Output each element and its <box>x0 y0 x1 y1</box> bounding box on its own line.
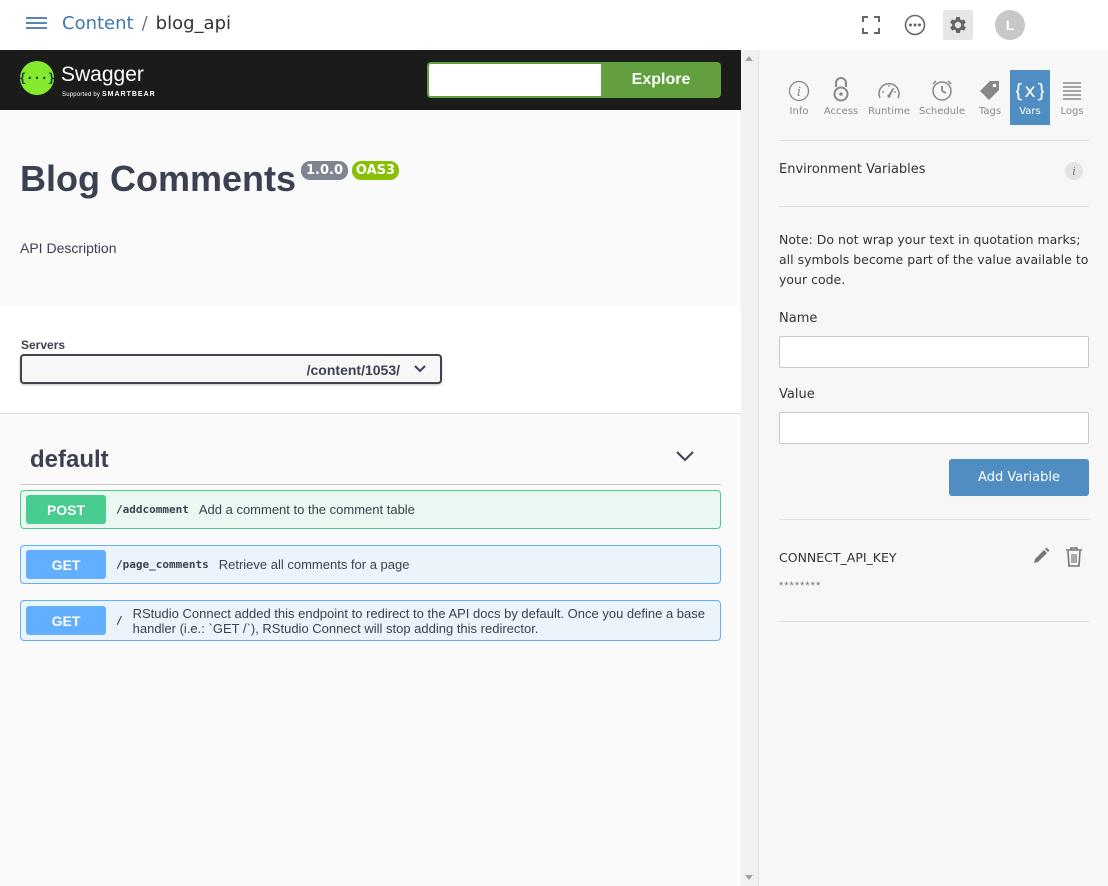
vertical-scrollbar[interactable] <box>741 50 758 886</box>
tab-runtime[interactable]: Runtime <box>868 70 910 125</box>
settings-panel: i Info Access Runtime Schedule Tags {x} … <box>758 50 1108 886</box>
tab-label: Schedule <box>919 106 965 117</box>
api-title: Blog Comments <box>20 158 297 199</box>
tab-label: Logs <box>1060 106 1084 117</box>
method-badge-get: GET <box>26 606 106 635</box>
breadcrumb: Content / blog_api <box>62 13 231 34</box>
operation-get-page-comments[interactable]: GET /page_comments Retrieve all comments… <box>20 545 721 584</box>
breadcrumb-content-link[interactable]: Content <box>62 13 134 34</box>
swagger-tagline: Supported by SMARTBEAR <box>62 91 156 98</box>
tab-label: Vars <box>1019 106 1041 117</box>
env-vars-note: Note: Do not wrap your text in quotation… <box>779 232 1089 287</box>
divider <box>779 206 1089 207</box>
name-label: Name <box>779 311 818 326</box>
divider <box>779 621 1089 622</box>
operation-get-root[interactable]: GET / RStudio Connect added this endpoin… <box>20 600 721 641</box>
tab-logs[interactable]: Logs <box>1052 70 1092 125</box>
logs-icon <box>1062 70 1082 102</box>
swagger-panel: {···} Swagger Supported by SMARTBEAR Exp… <box>0 50 741 886</box>
add-variable-button[interactable]: Add Variable <box>949 459 1089 496</box>
breadcrumb-current: blog_api <box>155 13 231 34</box>
operation-summary: Retrieve all comments for a page <box>218 557 410 572</box>
swagger-header: {···} Swagger Supported by SMARTBEAR Exp… <box>0 50 741 110</box>
tab-label: Access <box>823 106 859 117</box>
api-description: API Description <box>20 240 117 256</box>
variable-icon: {x} <box>1016 70 1044 102</box>
method-badge-get: GET <box>26 550 106 579</box>
spec-url-input[interactable] <box>427 62 602 98</box>
tab-label: Info <box>789 106 809 117</box>
variable-value: ******** <box>779 580 822 592</box>
name-input[interactable] <box>779 336 1089 368</box>
operation-summary: RStudio Connect added this endpoint to r… <box>132 605 705 636</box>
tag-icon <box>979 70 1001 102</box>
tab-tags[interactable]: Tags <box>970 70 1010 125</box>
tag-divider <box>20 484 721 485</box>
svg-text:i: i <box>797 85 801 100</box>
operation-post-addcomment[interactable]: POST /addcomment Add a comment to the co… <box>20 490 721 529</box>
operation-path: /page_comments <box>116 558 209 571</box>
tag-default-title[interactable]: default <box>30 446 109 474</box>
swagger-tagline-prefix: Supported by <box>62 92 101 98</box>
collapse-chevron-icon[interactable] <box>675 449 695 468</box>
operation-path: / <box>116 614 123 627</box>
swagger-logo-icon: {···} <box>19 61 55 95</box>
gear-icon[interactable] <box>943 10 973 40</box>
svg-text:{x}: {x} <box>1016 80 1044 102</box>
env-vars-title: Environment Variables <box>779 162 926 177</box>
version-badge: 1.0.0 <box>301 161 348 180</box>
value-input[interactable] <box>779 412 1089 444</box>
explore-button[interactable]: Explore <box>601 62 721 98</box>
divider <box>779 519 1089 520</box>
tab-access[interactable]: Access <box>821 70 861 125</box>
method-badge-post: POST <box>26 495 106 524</box>
oas-badge: OAS3 <box>352 161 399 180</box>
scroll-down-arrow-icon[interactable] <box>745 875 753 880</box>
gauge-icon <box>877 70 901 102</box>
clock-icon <box>930 70 954 102</box>
breadcrumb-separator: / <box>141 13 148 34</box>
operation-summary: Add a comment to the comment table <box>198 502 415 517</box>
lock-icon <box>831 70 851 102</box>
pencil-icon[interactable] <box>1031 546 1051 571</box>
tab-schedule[interactable]: Schedule <box>919 70 965 125</box>
variable-name: CONNECT_API_KEY <box>779 550 897 565</box>
value-label: Value <box>779 387 815 402</box>
tab-label: Runtime <box>868 106 910 117</box>
avatar[interactable]: L <box>995 10 1025 40</box>
operation-path: /addcomment <box>116 503 189 516</box>
servers-select[interactable]: /content/1053/ <box>20 354 442 384</box>
servers-selected-value: /content/1053/ <box>306 362 400 378</box>
tab-info[interactable]: i Info <box>779 70 819 125</box>
servers-section: Servers /content/1053/ <box>0 306 741 414</box>
top-bar: Content / blog_api L <box>0 0 1108 50</box>
trash-icon[interactable] <box>1064 546 1084 573</box>
swagger-tagline-brand: SMARTBEAR <box>101 91 156 98</box>
swagger-brand: Swagger <box>61 63 144 86</box>
servers-label: Servers <box>21 338 66 352</box>
scroll-up-arrow-icon[interactable] <box>745 56 753 61</box>
info-icon: i <box>788 70 810 102</box>
info-icon[interactable]: i <box>1065 162 1083 180</box>
divider <box>779 140 1089 141</box>
more-icon[interactable] <box>902 12 928 38</box>
fullscreen-icon[interactable] <box>858 12 884 38</box>
chevron-down-icon <box>414 361 426 380</box>
tab-label: Tags <box>978 106 1002 117</box>
menu-icon[interactable] <box>26 17 47 31</box>
tab-vars[interactable]: {x} Vars <box>1010 70 1050 125</box>
